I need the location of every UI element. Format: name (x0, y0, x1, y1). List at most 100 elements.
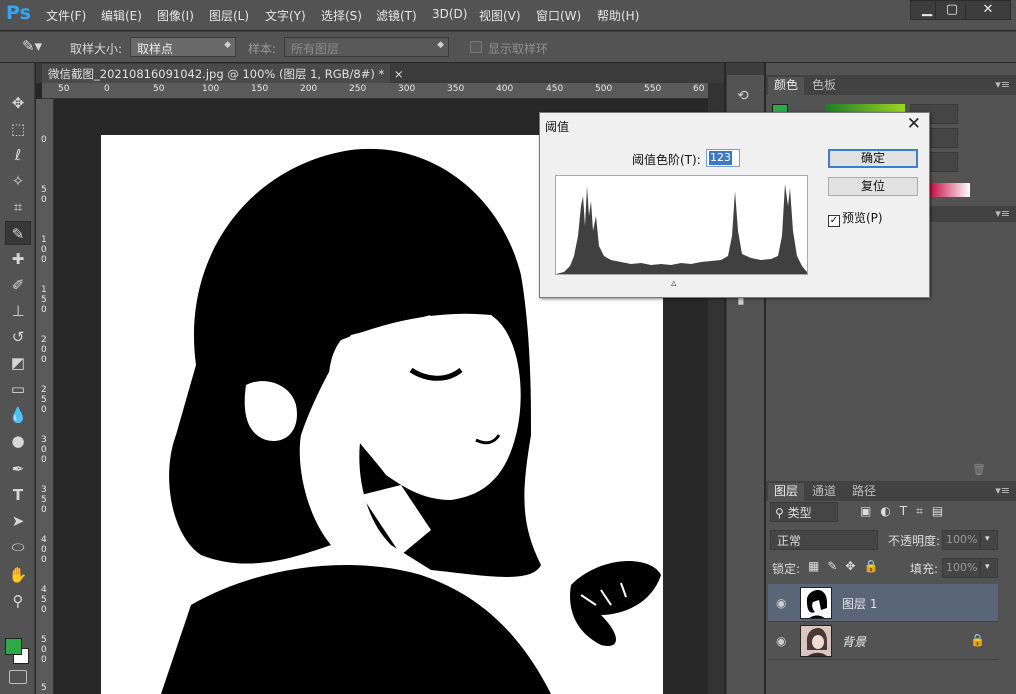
color-ramp[interactable] (928, 183, 970, 197)
menu-help[interactable]: 帮助(H) (597, 7, 639, 24)
ruler-tick: 5 (41, 683, 47, 693)
menu-bar: Ps 文件(F) 编辑(E) 图像(I) 图层(L) 文字(Y) 选择(S) 滤… (0, 0, 1016, 30)
menu-file[interactable]: 文件(F) (46, 7, 86, 24)
menu-view[interactable]: 视图(V) (479, 7, 521, 24)
tab-color[interactable]: 颜色 (768, 77, 805, 95)
maximize-button[interactable]: ▢ (935, 0, 969, 20)
ruler-tick: 60 (693, 84, 705, 94)
ruler-tick: 3 0 0 (41, 435, 47, 465)
menu-3d[interactable]: 3D(D) (432, 7, 467, 21)
opacity-field[interactable]: 100% (942, 530, 980, 550)
visibility-eye-icon[interactable]: ◉ (776, 596, 786, 610)
panel-menu-icon[interactable]: ▾≡ (995, 484, 1010, 497)
ruler-tick: 250 (349, 84, 367, 94)
layer-filter-select[interactable]: ⚲ 类型 (770, 502, 838, 522)
chevron-updown-icon: ◆ (224, 40, 231, 50)
tab-layers[interactable]: 图层 (768, 483, 805, 501)
lock-icons[interactable]: ▦✎✥🔒 (808, 559, 886, 573)
quick-mask-icon[interactable] (9, 670, 27, 684)
crop-icon[interactable]: ⌗ (5, 195, 31, 219)
checkmark-icon: ✓ (828, 215, 840, 227)
horizontal-ruler: 50 0 50 100 150 200 250 300 350 400 450 … (42, 83, 708, 99)
menu-image[interactable]: 图像(I) (157, 7, 194, 24)
threshold-dialog: 阈值 ✕ 阈值色阶(T): 123 ▵ 确定 复位 ✓ 预览(P) (539, 112, 930, 298)
reset-button[interactable]: 复位 (828, 177, 918, 196)
opacity-label: 不透明度: (888, 534, 941, 548)
ruler-tick: 0 (41, 135, 47, 145)
ruler-tick: 500 (595, 84, 613, 94)
menu-filter[interactable]: 滤镜(T) (376, 7, 417, 24)
menu-layer[interactable]: 图层(L) (209, 7, 249, 24)
ruler-tick: 1 0 0 (41, 235, 47, 265)
ellipse-icon[interactable]: ⬭ (5, 535, 31, 559)
type-icon[interactable]: T (5, 483, 31, 507)
eyedropper-tool-icon[interactable]: ✎▾ (22, 37, 42, 55)
layer-row-layer1[interactable]: ◉ 图层 1 (768, 584, 998, 622)
visibility-eye-icon[interactable]: ◉ (776, 634, 786, 648)
color-panel-tabs: 颜色 色板 ▾≡ (766, 75, 1016, 95)
pen-icon[interactable]: ✒ (5, 457, 31, 481)
dodge-icon[interactable]: ● (5, 429, 31, 453)
menu-type[interactable]: 文字(Y) (265, 7, 306, 24)
dock-header[interactable] (726, 63, 764, 75)
stamp-icon[interactable]: ⊥ (5, 299, 31, 323)
trash-icon[interactable]: 🗑 (972, 463, 986, 476)
ok-button[interactable]: 确定 (828, 149, 918, 168)
close-icon[interactable]: ✕ (907, 114, 921, 134)
sample-size-label: 取样大小: (70, 42, 123, 56)
eyedropper-icon[interactable]: ✎ (5, 221, 31, 245)
tab-paths[interactable]: 路径 (846, 483, 882, 501)
ruler-tick: 50 (153, 84, 165, 94)
gradient-icon[interactable]: ▭ (5, 377, 31, 401)
move-icon[interactable]: ✥ (5, 91, 31, 115)
threshold-level-input[interactable]: 123 (706, 149, 740, 167)
lock-icon: 🔒 (970, 633, 985, 647)
panel-menu-icon[interactable]: ▾≡ (995, 207, 1010, 220)
blend-mode-select[interactable]: 正常 (770, 530, 878, 550)
close-window-button[interactable]: ✕ (965, 0, 1011, 20)
path-select-icon[interactable]: ➤ (5, 509, 31, 533)
chevron-down-icon[interactable]: ▾ (980, 530, 998, 550)
history-brush-icon[interactable]: ↺ (5, 325, 31, 349)
tab-channels[interactable]: 通道 (806, 483, 842, 501)
tab-swatches[interactable]: 色板 (806, 77, 842, 95)
menu-window[interactable]: 窗口(W) (536, 7, 581, 24)
show-ring-label: 显示取样环 (488, 42, 549, 56)
vertical-ruler: 0 5 0 1 0 0 1 5 0 2 0 0 2 5 0 3 0 0 3 5 … (36, 99, 54, 694)
layer-filter-value: 类型 (787, 506, 812, 520)
threshold-slider-handle[interactable]: ▵ (671, 276, 677, 289)
histogram (555, 175, 808, 275)
menu-edit[interactable]: 编辑(E) (101, 7, 142, 24)
panel-menu-icon[interactable]: ▾≡ (995, 78, 1010, 91)
menu-select[interactable]: 选择(S) (321, 7, 362, 24)
sample-label: 样本: (248, 42, 277, 56)
layer-row-background[interactable]: ◉ 背景 🔒 (768, 622, 998, 660)
quick-select-icon[interactable]: ✧ (5, 169, 31, 193)
fill-field[interactable]: 100% (942, 558, 980, 578)
sample-size-select[interactable]: 取样点 ◆ (130, 37, 236, 57)
preview-checkbox[interactable]: ✓ 预览(P) (828, 209, 883, 227)
healing-icon[interactable]: ✚ (5, 247, 31, 271)
ruler-tick: 300 (398, 84, 416, 94)
blur-icon[interactable]: 💧 (5, 403, 31, 427)
layer-thumbnail (800, 587, 832, 619)
ruler-tick: 4 5 0 (41, 585, 47, 615)
sample-select[interactable]: 所有图层 ◆ (284, 37, 449, 57)
lasso-icon[interactable]: ℓ (5, 143, 31, 167)
eraser-icon[interactable]: ◩ (5, 351, 31, 375)
chevron-updown-icon: ◆ (437, 40, 444, 50)
close-tab-icon[interactable]: × (394, 67, 404, 81)
history-panel-icon[interactable]: ⟲ (737, 88, 749, 104)
document-tab[interactable]: 微信截图_20210816091042.jpg @ 100% (图层 1, RG… (42, 64, 404, 83)
hand-icon[interactable]: ✋ (5, 563, 31, 587)
chevron-down-icon[interactable]: ▾ (980, 558, 998, 578)
layers-panel-tabs: 图层 通道 路径 ▾≡ (766, 481, 1016, 501)
marquee-icon[interactable]: ⬚ (5, 117, 31, 141)
brush-icon[interactable]: ✐ (5, 273, 31, 297)
threshold-level-label: 阈值色阶(T): (632, 153, 701, 167)
show-ring-checkbox[interactable] (470, 41, 482, 53)
foreground-color-swatch[interactable] (5, 638, 22, 655)
ruler-tick: 2 5 0 (41, 385, 47, 415)
zoom-icon[interactable]: ⚲ (5, 589, 31, 613)
layer-filter-icons[interactable]: ▣◐T⌗▤ (860, 504, 952, 519)
